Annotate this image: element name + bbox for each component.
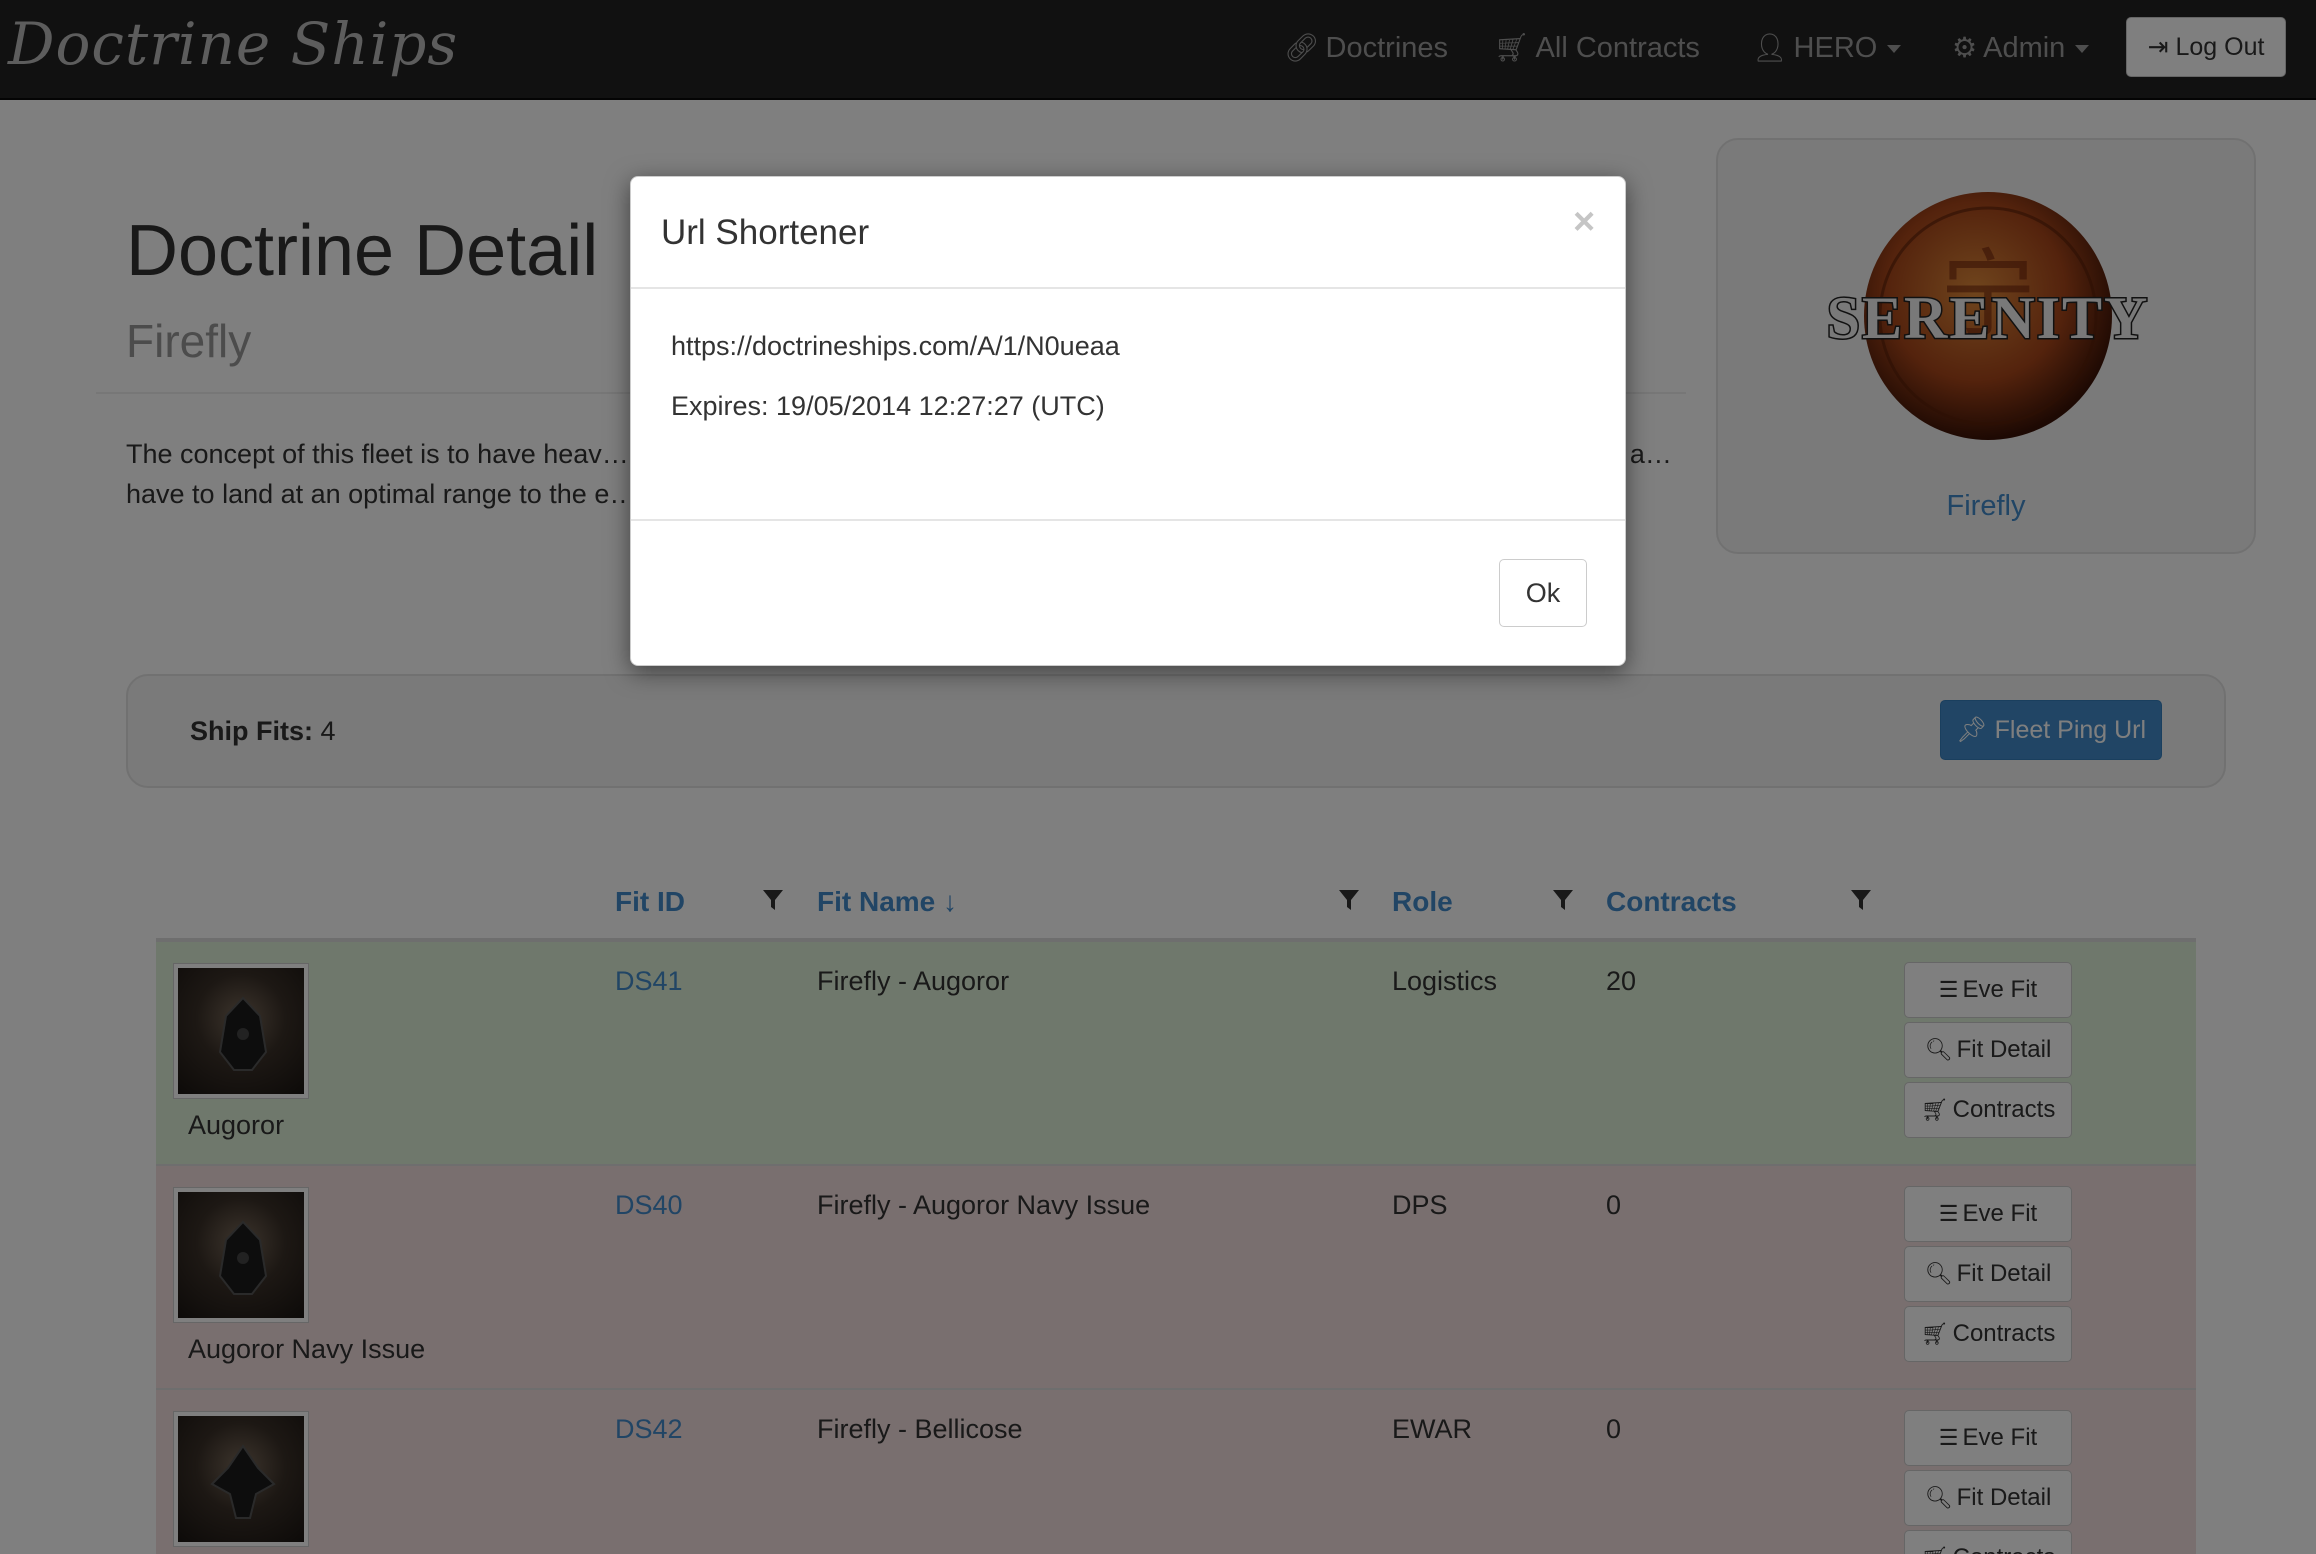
ok-button[interactable]: Ok	[1499, 559, 1587, 627]
close-icon[interactable]: ×	[1573, 203, 1595, 241]
modal-header-divider	[631, 287, 1625, 289]
expires-text: Expires: 19/05/2014 12:27:27 (UTC)	[671, 391, 1105, 421]
short-url-text: https://doctrineships.com/A/1/N0ueaa	[671, 331, 1120, 361]
modal-footer-divider	[631, 519, 1625, 521]
url-shortener-modal: Url Shortener × https://doctrineships.co…	[630, 176, 1626, 666]
modal-title: Url Shortener	[661, 213, 870, 252]
